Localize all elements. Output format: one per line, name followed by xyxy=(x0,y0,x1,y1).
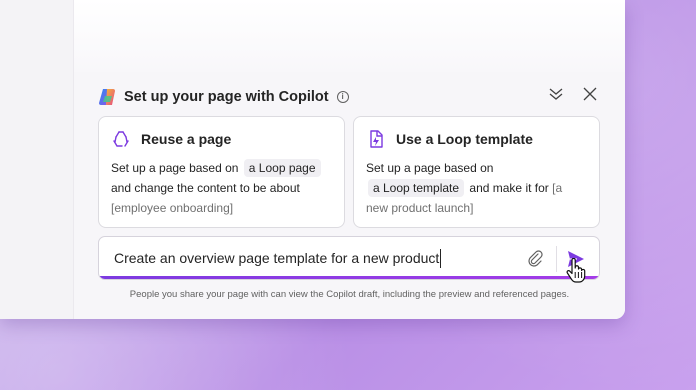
divider xyxy=(556,246,557,272)
recycle-icon xyxy=(113,131,129,147)
disclaimer-text: People you share your page with can view… xyxy=(129,289,570,300)
loop-template-chip[interactable]: a Loop template xyxy=(368,179,465,197)
prompt-text[interactable]: Create an overview page template for a n… xyxy=(114,249,442,268)
card-title: Reuse a page xyxy=(141,131,232,147)
loop-template-icon xyxy=(370,130,383,148)
collapse-icon[interactable] xyxy=(549,87,563,101)
placeholder-text[interactable]: new product launch] xyxy=(366,201,473,215)
use-loop-template-card[interactable]: Use a Loop template Set up a page based … xyxy=(353,116,600,228)
placeholder-text[interactable]: [employee onboarding] xyxy=(111,201,233,215)
reuse-page-card[interactable]: Reuse a page Set up a page based on a Lo… xyxy=(98,116,345,228)
copilot-logo-icon xyxy=(99,89,115,105)
copilot-prompt-input[interactable]: Create an overview page template for a n… xyxy=(98,236,600,280)
copilot-setup-panel: Set up your page with Copilot i Reuse a … xyxy=(74,72,625,319)
paperclip-icon[interactable] xyxy=(526,249,544,267)
hand-pointer-icon xyxy=(566,258,586,283)
page-canvas xyxy=(74,0,625,72)
close-icon[interactable] xyxy=(583,87,597,101)
card-description: Set up a page based on a Loop page and c… xyxy=(111,158,332,218)
panel-title: Set up your page with Copilot xyxy=(124,89,329,105)
header-actions xyxy=(549,87,597,101)
card-description: Set up a page based on a Loop template a… xyxy=(366,161,563,215)
prompt-focus-underline xyxy=(99,276,599,279)
loop-page-window: Set up your page with Copilot i Reuse a … xyxy=(0,0,625,319)
panel-header: Set up your page with Copilot i xyxy=(98,87,349,107)
info-icon[interactable]: i xyxy=(336,91,349,103)
card-title: Use a Loop template xyxy=(396,131,533,147)
loop-page-chip[interactable]: a Loop page xyxy=(243,159,321,177)
left-rail xyxy=(0,0,74,319)
